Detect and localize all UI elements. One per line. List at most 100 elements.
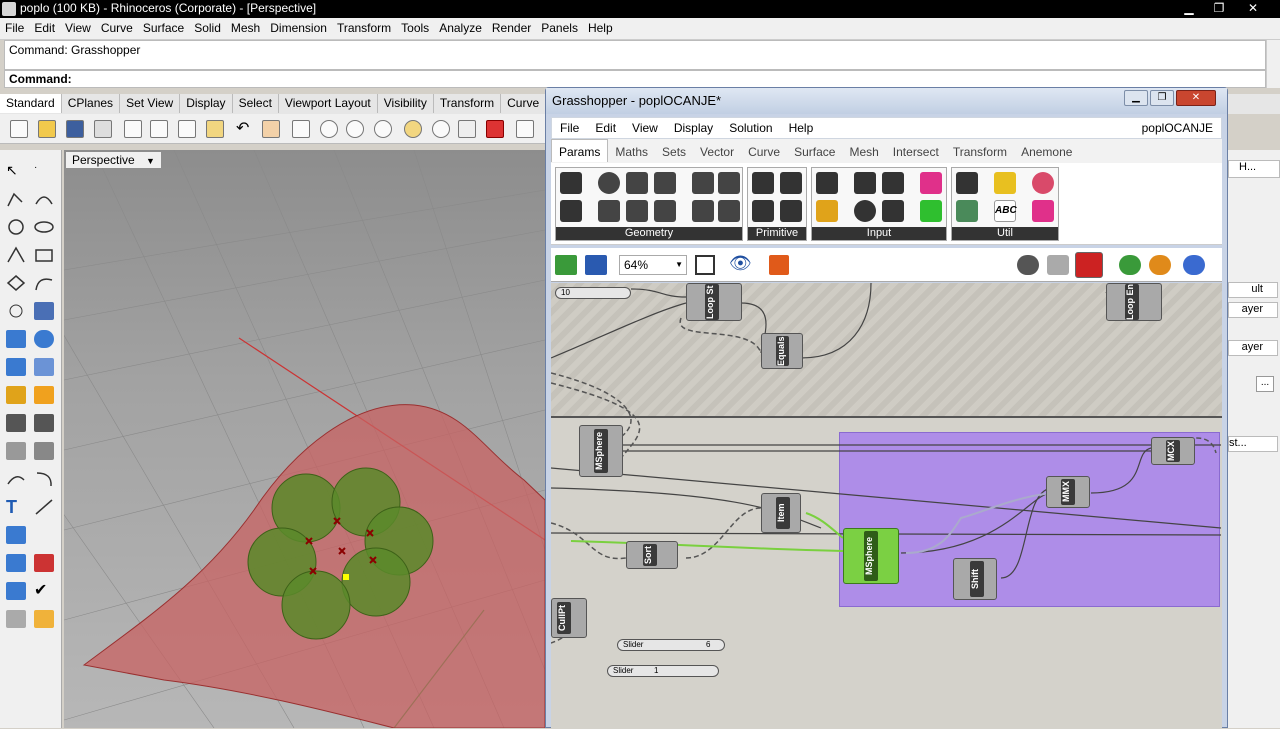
maximize-button[interactable]: ❐	[1204, 0, 1234, 17]
import-icon[interactable]	[124, 120, 142, 138]
gh-tab-vector[interactable]: Vector	[693, 140, 741, 162]
gh-tab-surface[interactable]: Surface	[787, 140, 842, 162]
gh-integer-param-icon[interactable]	[780, 172, 802, 194]
boolean-icon[interactable]	[6, 442, 26, 460]
gh-box-param-icon[interactable]	[692, 172, 714, 194]
menu-panels[interactable]: Panels	[536, 18, 583, 39]
zoom-window-icon[interactable]	[346, 120, 364, 138]
gh-line-param-icon[interactable]	[598, 200, 620, 222]
rectangle-icon[interactable]	[34, 246, 54, 264]
gh-text-param-icon[interactable]	[780, 200, 802, 222]
gh-shaded-preview-icon[interactable]	[1075, 252, 1103, 278]
render-icon[interactable]	[6, 610, 26, 628]
mesh-icon[interactable]	[6, 358, 26, 376]
gh-preview-eye-icon[interactable]: 👁	[729, 253, 752, 274]
gh-close-button[interactable]: ✕	[1176, 90, 1216, 106]
tab-transform[interactable]: Transform	[434, 94, 502, 113]
gh-msphere-component-2[interactable]: MSphere	[843, 528, 899, 584]
gh-save-file-icon[interactable]	[585, 255, 607, 275]
gh-document-preview-icon[interactable]	[1183, 255, 1205, 275]
gh-button-icon[interactable]	[854, 172, 876, 194]
gh-control-knob-icon[interactable]	[854, 200, 876, 222]
tab-display[interactable]: Display	[180, 94, 233, 113]
gh-mesh-param-icon[interactable]	[692, 200, 714, 222]
new-file-icon[interactable]	[10, 120, 28, 138]
menu-solid[interactable]: Solid	[189, 18, 226, 39]
menu-help[interactable]: Help	[583, 18, 618, 39]
gh-graph-mapper-icon[interactable]	[816, 200, 838, 222]
command-scrollbar[interactable]	[1266, 40, 1280, 88]
gh-tab-params[interactable]: Params	[551, 139, 609, 162]
pan-hand-icon[interactable]	[262, 120, 280, 138]
gh-mmx-component[interactable]: MMX	[1046, 476, 1090, 508]
group-icon[interactable]	[34, 442, 54, 460]
gh-slider-top[interactable]: 10	[555, 287, 631, 299]
gh-geometry-param-icon[interactable]	[654, 200, 676, 222]
gh-tab-intersect[interactable]: Intersect	[886, 140, 946, 162]
gh-panel-icon[interactable]	[994, 172, 1016, 194]
dimension-icon[interactable]	[34, 498, 54, 516]
curve-cv-icon[interactable]	[34, 190, 54, 208]
analyze-icon[interactable]	[6, 582, 26, 600]
box-solid-icon[interactable]	[6, 330, 26, 348]
point-icon[interactable]: ·	[34, 162, 54, 180]
block-icon[interactable]	[34, 526, 54, 544]
menu-mesh[interactable]: Mesh	[226, 18, 265, 39]
gh-tab-transform[interactable]: Transform	[946, 140, 1014, 162]
close-button[interactable]: ✕	[1238, 0, 1268, 17]
gh-msphere-component-1[interactable]: MSphere	[579, 425, 623, 477]
gh-shift-component[interactable]: Shift	[953, 558, 997, 600]
gh-tab-curve[interactable]: Curve	[741, 140, 787, 162]
gh-loop-start-component[interactable]: Loop St	[686, 283, 742, 321]
gh-open-file-icon[interactable]	[555, 255, 577, 275]
gh-number-param-icon[interactable]	[752, 200, 774, 222]
menu-tools[interactable]: Tools	[396, 18, 434, 39]
circle-icon[interactable]	[6, 218, 26, 236]
menu-curve[interactable]: Curve	[96, 18, 138, 39]
viewport-title[interactable]: Perspective ▼	[66, 152, 161, 168]
gh-group-input-label[interactable]: Input	[812, 227, 946, 240]
panel-tab[interactable]: H...	[1228, 160, 1280, 178]
grid-array-icon[interactable]	[6, 554, 26, 572]
gh-minimize-button[interactable]: ▁	[1124, 90, 1148, 106]
menu-analyze[interactable]: Analyze	[434, 18, 487, 39]
copy-icon[interactable]	[178, 120, 196, 138]
viewport-dropdown-icon[interactable]: ▼	[146, 156, 155, 166]
panel-field-4[interactable]: st...	[1228, 436, 1278, 452]
menu-dimension[interactable]: Dimension	[265, 18, 332, 39]
array-icon[interactable]	[6, 526, 26, 544]
tab-curve[interactable]: Curve	[501, 94, 547, 113]
surface-icon[interactable]	[34, 302, 54, 320]
gh-selected-only-icon[interactable]	[1119, 255, 1141, 275]
gh-menu-file[interactable]: File	[552, 118, 587, 138]
gh-brep-param-icon[interactable]	[718, 172, 740, 194]
gh-group-util-label[interactable]: Util	[952, 227, 1058, 240]
gh-maximize-button[interactable]: ❐	[1150, 90, 1174, 106]
tab-viewport-layout[interactable]: Viewport Layout	[279, 94, 378, 113]
gh-mcx-component[interactable]: MCX	[1151, 437, 1195, 465]
perspective-viewport[interactable]	[64, 150, 545, 728]
check-icon[interactable]: ✔	[34, 582, 54, 600]
tab-select[interactable]: Select	[233, 94, 279, 113]
explode-icon[interactable]	[6, 386, 26, 404]
tab-cplanes[interactable]: CPlanes	[62, 94, 121, 113]
cut-icon[interactable]	[150, 120, 168, 138]
sphere-solid-icon[interactable]	[34, 330, 54, 348]
gh-loop-end-component[interactable]: Loop En	[1106, 283, 1162, 321]
gh-gradient-icon[interactable]	[920, 172, 942, 194]
gh-zoom-extents-icon[interactable]	[695, 255, 715, 275]
mirror-icon[interactable]	[34, 554, 54, 572]
tab-standard[interactable]: Standard	[0, 94, 62, 113]
panel-more-button[interactable]: ...	[1256, 376, 1274, 392]
gh-cullpt-component[interactable]: CullPt	[551, 598, 587, 638]
ellipse-icon[interactable]	[34, 218, 54, 236]
gh-circle-param-icon[interactable]	[598, 172, 620, 194]
menu-file[interactable]: File	[0, 18, 29, 39]
gh-tab-anemone[interactable]: Anemone	[1014, 140, 1079, 162]
gh-group-primitive-label[interactable]: Primitive	[748, 227, 806, 240]
gh-boolean-param-icon[interactable]	[752, 172, 774, 194]
gh-plane-param-icon[interactable]	[654, 172, 676, 194]
zoom-all-icon[interactable]	[432, 120, 450, 138]
menu-transform[interactable]: Transform	[332, 18, 396, 39]
gh-equals-component[interactable]: Equals	[761, 333, 803, 369]
